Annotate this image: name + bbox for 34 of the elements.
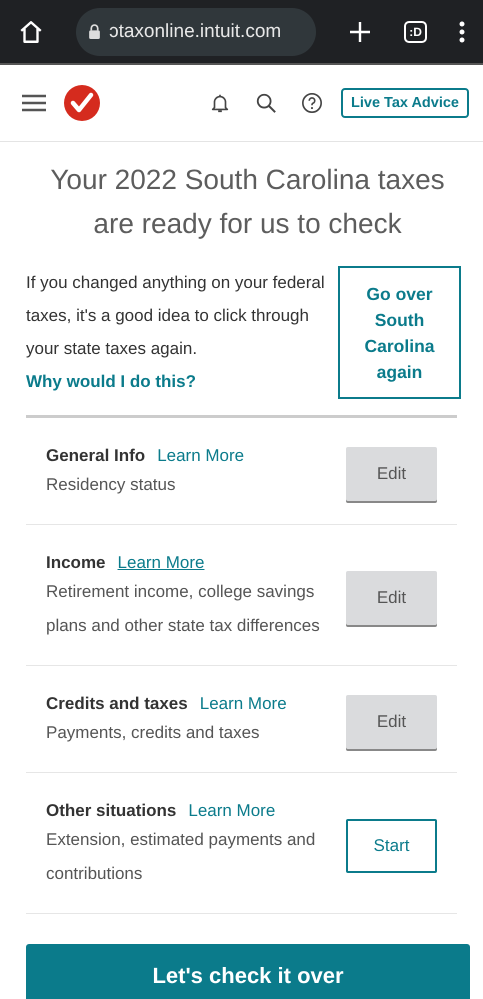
edit-button[interactable]: Edit bbox=[346, 571, 437, 625]
edit-button[interactable]: Edit bbox=[346, 695, 437, 749]
start-button[interactable]: Start bbox=[346, 819, 437, 873]
check-it-over-button[interactable]: Let's check it over bbox=[26, 944, 470, 999]
section-description: Retirement income, college savings plans and other state tax differences bbox=[46, 581, 321, 637]
section-title: Other situations bbox=[46, 801, 176, 821]
help-icon[interactable] bbox=[301, 92, 323, 114]
why-link[interactable]: Why would I do this? bbox=[26, 372, 196, 391]
learn-more-link[interactable]: Learn More bbox=[188, 801, 276, 821]
section-description: Payments, credits and taxes bbox=[46, 722, 261, 744]
lock-icon bbox=[88, 24, 102, 39]
section-description: Residency status bbox=[46, 474, 176, 496]
learn-more-link[interactable]: Learn More bbox=[157, 446, 244, 466]
go-over-button[interactable]: Go over South Carolina again bbox=[338, 266, 461, 399]
url-text: ɔtaxonline.intuit.com bbox=[109, 20, 282, 42]
section-description: Extension, estimated payments and contributions bbox=[46, 829, 316, 885]
learn-more-link[interactable]: Learn More bbox=[118, 553, 204, 573]
tab-count-button[interactable]: :D bbox=[404, 20, 427, 42]
page-title: Your 2022 South Carolina taxes are ready for us to check bbox=[49, 163, 446, 241]
section-title: Income bbox=[46, 553, 106, 573]
section-title: General Info bbox=[46, 446, 146, 466]
learn-more-link[interactable]: Learn More bbox=[200, 694, 287, 714]
address-bar[interactable]: ɔtaxonline.intuit.com bbox=[76, 8, 316, 56]
edit-button[interactable]: Edit bbox=[346, 447, 437, 501]
more-icon[interactable] bbox=[458, 20, 465, 44]
live-tax-advice-button[interactable]: Live Tax Advice bbox=[341, 88, 469, 118]
intro-text: If you changed anything on your federal taxes, it's a good idea to click through your state taxes again. Why would I do this? bbox=[26, 272, 326, 393]
checkmark-logo[interactable] bbox=[64, 85, 100, 121]
bell-icon[interactable] bbox=[209, 92, 231, 114]
home-icon[interactable] bbox=[18, 18, 44, 44]
section-title: Credits and taxes bbox=[46, 694, 188, 714]
plus-icon[interactable] bbox=[348, 20, 372, 44]
search-icon[interactable] bbox=[255, 92, 277, 114]
menu-icon[interactable] bbox=[22, 94, 46, 112]
